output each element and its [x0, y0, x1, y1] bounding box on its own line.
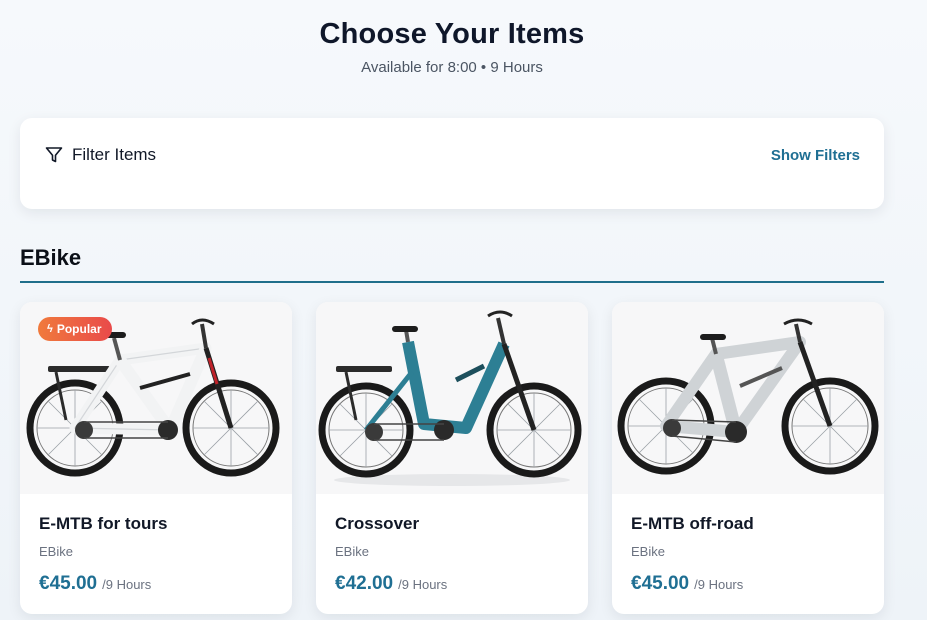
filter-heading: Filter Items: [44, 145, 156, 165]
item-image: [612, 302, 884, 494]
item-name: E-MTB off-road: [631, 514, 754, 533]
teal-ebike-image: [316, 302, 588, 494]
item-price: €45.00: [631, 573, 690, 594]
item-price: €42.00: [335, 573, 394, 594]
section-divider: [20, 281, 884, 283]
item-image: ϟ Popular: [20, 302, 292, 494]
filter-panel: Filter Items Show Filters: [20, 118, 884, 209]
item-price: €45.00: [39, 573, 98, 594]
item-name: E-MTB for tours: [39, 514, 168, 533]
item-card[interactable]: ϟ Popular E-MTB for tours EBike €45.00 /…: [20, 302, 292, 614]
item-card[interactable]: E-MTB off-road EBike €45.00 /9 Hours: [612, 302, 884, 614]
availability-subtitle: Available for 8:00 • 9 Hours: [361, 59, 543, 76]
item-price-period: /9 Hours: [694, 577, 744, 592]
item-grid: ϟ Popular E-MTB for tours EBike €45.00 /…: [20, 302, 884, 616]
show-filters-button[interactable]: Show Filters: [771, 147, 860, 164]
item-price-period: /9 Hours: [102, 577, 152, 592]
item-price-row: €45.00 /9 Hours: [631, 573, 743, 595]
item-price-row: €45.00 /9 Hours: [39, 573, 151, 595]
item-category: EBike: [631, 544, 665, 559]
item-category: EBike: [335, 544, 369, 559]
item-category: EBike: [39, 544, 73, 559]
item-card[interactable]: Crossover EBike €42.00 /9 Hours: [316, 302, 588, 614]
page-header: Choose Your Items Available for 8:00 • 9…: [0, 18, 904, 76]
badge-label: Popular: [56, 322, 102, 336]
item-price-row: €42.00 /9 Hours: [335, 573, 447, 595]
section-title-ebike: EBike: [20, 245, 82, 270]
popular-badge: ϟ Popular: [38, 317, 112, 341]
item-image: [316, 302, 588, 494]
item-price-period: /9 Hours: [398, 577, 448, 592]
page-title: Choose Your Items: [319, 18, 585, 50]
item-name: Crossover: [335, 514, 420, 533]
lightning-icon: ϟ: [47, 323, 53, 335]
filter-label: Filter Items: [72, 145, 157, 164]
silver-ebike-image: [612, 302, 884, 494]
filter-icon: [44, 145, 64, 165]
